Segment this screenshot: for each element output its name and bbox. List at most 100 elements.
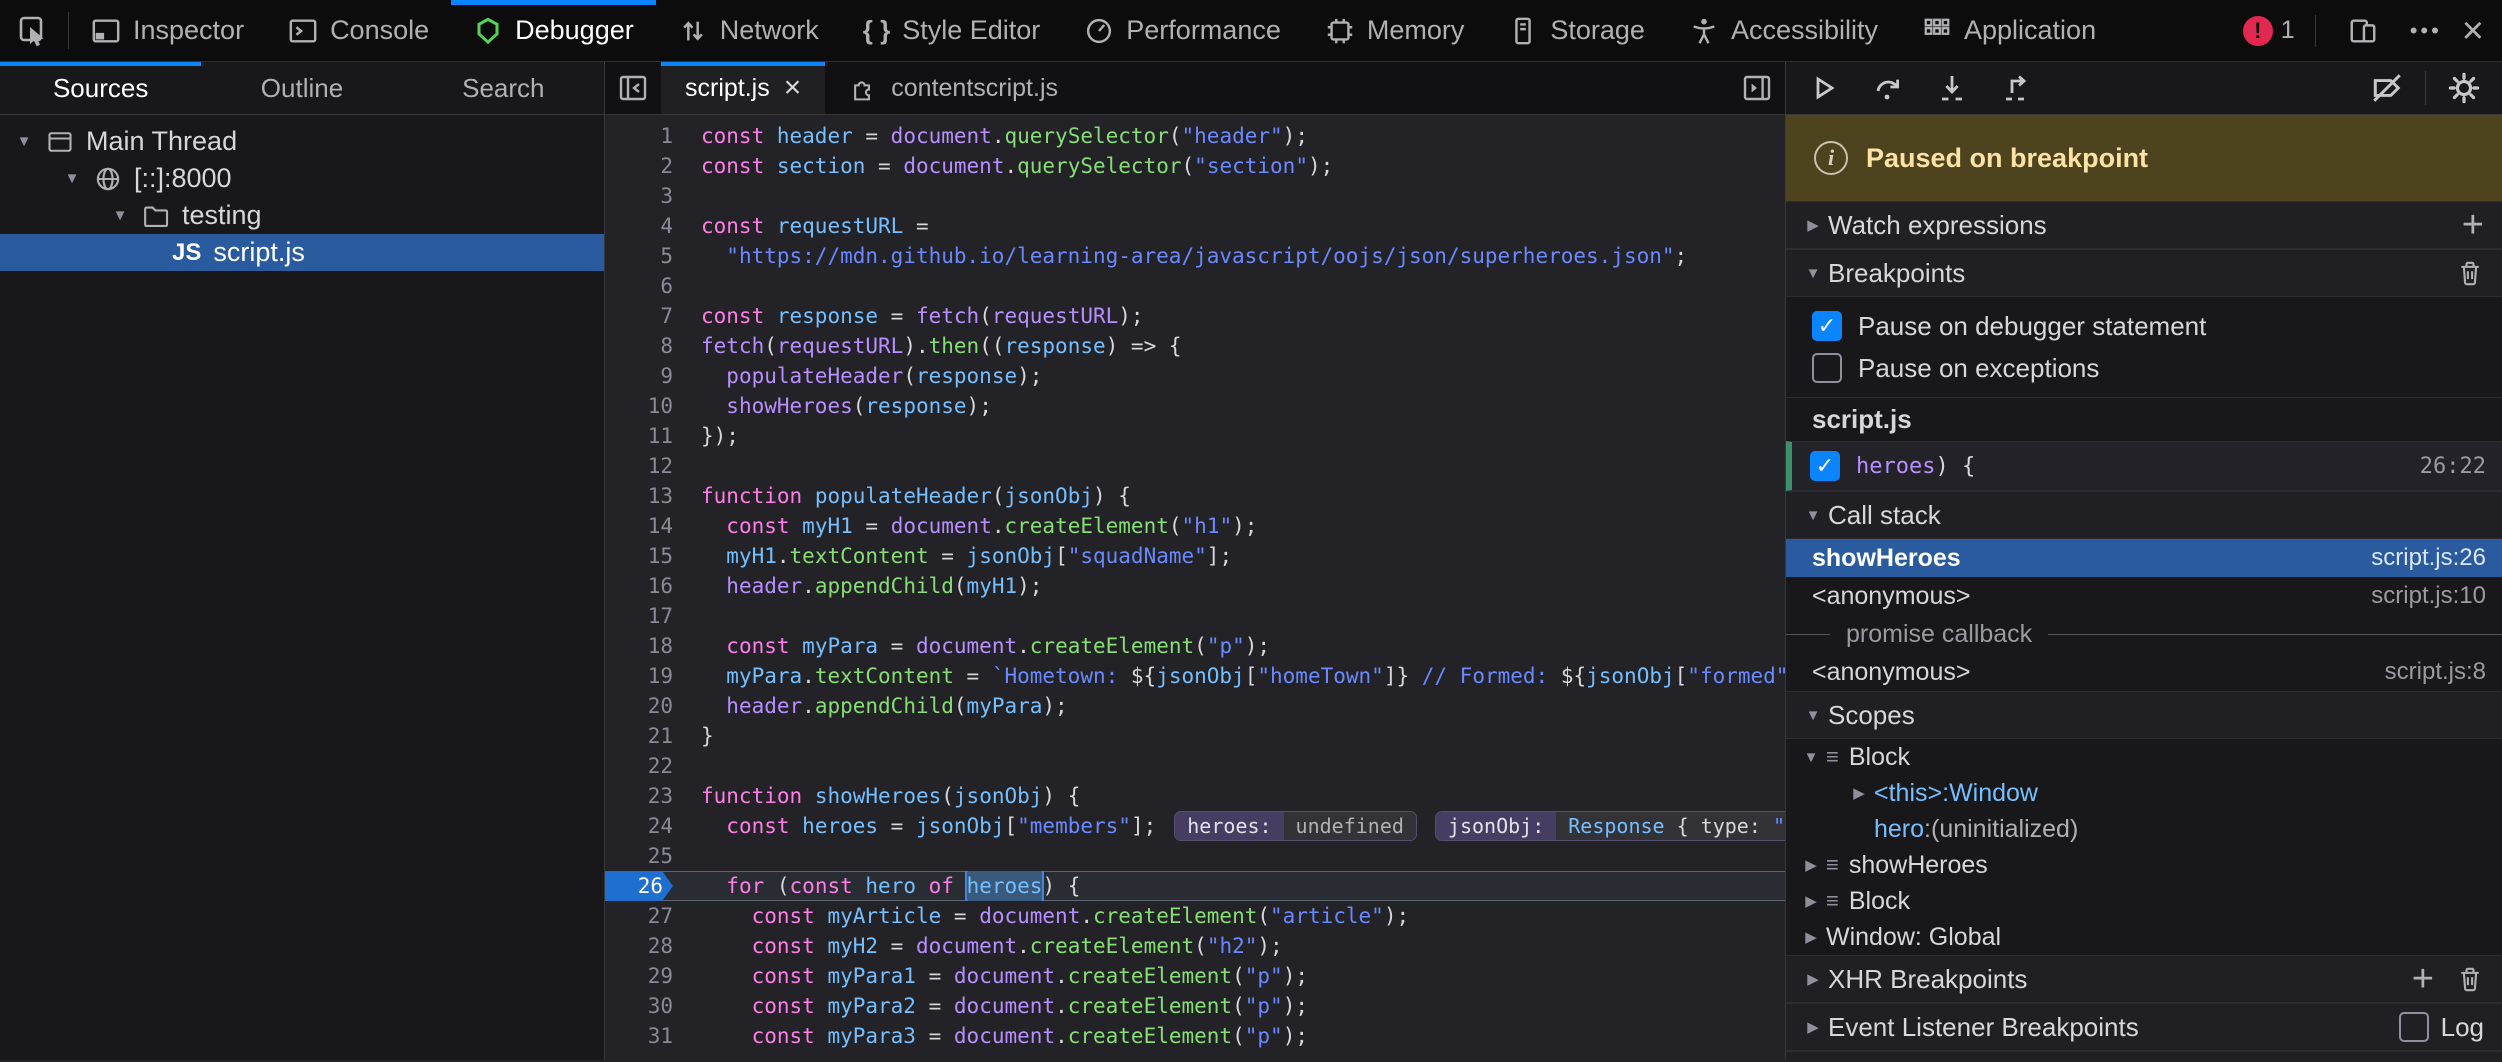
- settings-gear-button[interactable]: [2436, 66, 2492, 110]
- line-number-gutter[interactable]: 14: [605, 511, 673, 541]
- code-text[interactable]: [701, 751, 1785, 781]
- line-number-gutter[interactable]: 6: [605, 271, 673, 301]
- tab-performance[interactable]: Performance: [1062, 0, 1303, 61]
- tree-item-main-thread[interactable]: ▼ Main Thread: [0, 123, 604, 160]
- call-stack-frame[interactable]: showHeroes script.js:26: [1786, 539, 2502, 577]
- line-number-gutter[interactable]: 7: [605, 301, 673, 331]
- code-text[interactable]: myPara.textContent = `Hometown: ${jsonOb…: [701, 661, 1785, 691]
- line-number-gutter[interactable]: 23: [605, 781, 673, 811]
- xhr-breakpoints-header[interactable]: ▶ XHR Breakpoints +: [1786, 955, 2502, 1003]
- code-text[interactable]: }: [701, 721, 1785, 751]
- code-text[interactable]: myH1.textContent = jsonObj["squadName"];: [701, 541, 1785, 571]
- tab-network[interactable]: Network: [656, 0, 841, 61]
- tree-item-host[interactable]: ▼ [::]:8000: [0, 160, 604, 197]
- checkbox-unchecked[interactable]: [1812, 353, 1842, 383]
- resume-button[interactable]: [1796, 66, 1852, 110]
- add-watch-expression-button[interactable]: +: [2462, 206, 2484, 244]
- line-number-gutter[interactable]: 12: [605, 451, 673, 481]
- tab-outline[interactable]: Outline: [201, 62, 402, 114]
- breakpoints-header[interactable]: ▼ Breakpoints: [1786, 249, 2502, 297]
- call-stack-frame[interactable]: <anonymous> script.js:8: [1786, 653, 2502, 691]
- line-number-gutter[interactable]: 2: [605, 151, 673, 181]
- tab-sources[interactable]: Sources: [0, 62, 201, 114]
- line-number-gutter[interactable]: 13: [605, 481, 673, 511]
- scope-hero-row[interactable]: hero : (uninitialized): [1786, 811, 2502, 847]
- scope-showheroes-row[interactable]: ▶ ≡ showHeroes: [1786, 847, 2502, 883]
- expander-arrow-icon[interactable]: ▼: [62, 170, 82, 187]
- code-text[interactable]: const myArticle = document.createElement…: [701, 901, 1785, 931]
- code-text[interactable]: const myPara2 = document.createElement("…: [701, 991, 1785, 1021]
- tab-style-editor[interactable]: { } Style Editor: [841, 0, 1063, 61]
- code-text[interactable]: [701, 451, 1785, 481]
- line-number-gutter[interactable]: 31: [605, 1021, 673, 1051]
- breakpoint-item[interactable]: ✓ heroes) { 26:22: [1786, 441, 2502, 491]
- line-number-gutter[interactable]: 27: [605, 901, 673, 931]
- tab-application[interactable]: Application: [1900, 0, 2118, 61]
- paused-token-highlight[interactable]: heroes: [967, 871, 1043, 901]
- tab-storage[interactable]: Storage: [1486, 0, 1667, 61]
- code-text[interactable]: const requestURL =: [701, 211, 1785, 241]
- inline-preview-pill[interactable]: heroes:undefined: [1174, 811, 1417, 841]
- code-text[interactable]: header.appendChild(myPara);: [701, 691, 1785, 721]
- code-text[interactable]: [701, 841, 1785, 871]
- breakpoint-source-heading[interactable]: script.js: [1786, 397, 2502, 441]
- line-number-gutter[interactable]: 5: [605, 241, 673, 271]
- tree-item-scriptjs[interactable]: JS script.js: [0, 234, 604, 271]
- close-tab-icon[interactable]: ×: [784, 71, 802, 105]
- tab-console[interactable]: Console: [266, 0, 451, 61]
- tab-inspector[interactable]: Inspector: [69, 0, 266, 61]
- watch-expressions-header[interactable]: ▶ Watch expressions +: [1786, 201, 2502, 249]
- code-text[interactable]: populateHeader(response);: [701, 361, 1785, 391]
- line-number-gutter[interactable]: 11: [605, 421, 673, 451]
- dom-mutation-breakpoints-header[interactable]: ▶ DOM Mutation Breakpoints: [1786, 1051, 2502, 1060]
- line-number-gutter[interactable]: 4: [605, 211, 673, 241]
- line-number-gutter[interactable]: 18: [605, 631, 673, 661]
- element-picker-button[interactable]: [0, 0, 68, 61]
- breakpoint-checkbox[interactable]: ✓: [1810, 451, 1840, 481]
- line-number-gutter[interactable]: 3: [605, 181, 673, 211]
- code-text[interactable]: const heroes = jsonObj["members"];heroes…: [701, 811, 1785, 841]
- step-over-button[interactable]: [1860, 66, 1916, 110]
- line-number-gutter[interactable]: 15: [605, 541, 673, 571]
- code-text[interactable]: header.appendChild(myH1);: [701, 571, 1785, 601]
- line-number-gutter[interactable]: 8: [605, 331, 673, 361]
- scope-block2-row[interactable]: ▶ ≡ Block: [1786, 883, 2502, 919]
- source-tab-scriptjs[interactable]: script.js ×: [661, 62, 825, 114]
- expand-panes-button[interactable]: [1729, 62, 1785, 114]
- expander-arrow-icon[interactable]: ▼: [110, 207, 130, 224]
- tree-item-testing-folder[interactable]: ▼ testing: [0, 197, 604, 234]
- remove-xhr-breakpoints-trash-button[interactable]: [2456, 965, 2484, 993]
- deactivate-breakpoints-button[interactable]: [2359, 66, 2415, 110]
- code-text[interactable]: showHeroes(response);: [701, 391, 1785, 421]
- code-text[interactable]: const response = fetch(requestURL);: [701, 301, 1785, 331]
- remove-breakpoints-trash-button[interactable]: [2456, 259, 2484, 287]
- line-number-gutter[interactable]: 22: [605, 751, 673, 781]
- expander-arrow-icon[interactable]: ▼: [14, 133, 34, 150]
- code-text[interactable]: const myPara = document.createElement("p…: [701, 631, 1785, 661]
- line-number-gutter[interactable]: 10: [605, 391, 673, 421]
- code-text[interactable]: function populateHeader(jsonObj) {: [701, 481, 1785, 511]
- line-number-gutter[interactable]: 19: [605, 661, 673, 691]
- line-number-gutter[interactable]: 29: [605, 961, 673, 991]
- line-number-gutter[interactable]: 16: [605, 571, 673, 601]
- code-text[interactable]: const header = document.querySelector("h…: [701, 121, 1785, 151]
- inline-preview-pill[interactable]: jsonObj:Response { type: "co: [1435, 811, 1785, 841]
- code-text[interactable]: [701, 181, 1785, 211]
- code-text[interactable]: });: [701, 421, 1785, 451]
- tab-memory[interactable]: Memory: [1303, 0, 1487, 61]
- line-number-gutter[interactable]: 24: [605, 811, 673, 841]
- scopes-header[interactable]: ▼ Scopes: [1786, 691, 2502, 739]
- line-number-gutter[interactable]: 1: [605, 121, 673, 151]
- scope-block-row[interactable]: ▼ ≡ Block: [1786, 739, 2502, 775]
- close-devtools-button[interactable]: ×: [2462, 12, 2484, 50]
- code-text[interactable]: const myH1 = document.createElement("h1"…: [701, 511, 1785, 541]
- responsive-design-mode-button[interactable]: [2336, 16, 2390, 46]
- line-number-gutter[interactable]: 20: [605, 691, 673, 721]
- line-number-gutter[interactable]: 25: [605, 841, 673, 871]
- step-in-button[interactable]: [1924, 66, 1980, 110]
- error-count-badge[interactable]: ! 1: [2243, 16, 2295, 46]
- code-text[interactable]: [701, 271, 1785, 301]
- code-text[interactable]: const myPara1 = document.createElement("…: [701, 961, 1785, 991]
- pause-on-debugger-statement-row[interactable]: ✓ Pause on debugger statement: [1786, 305, 2502, 347]
- code-text[interactable]: function showHeroes(jsonObj) {: [701, 781, 1785, 811]
